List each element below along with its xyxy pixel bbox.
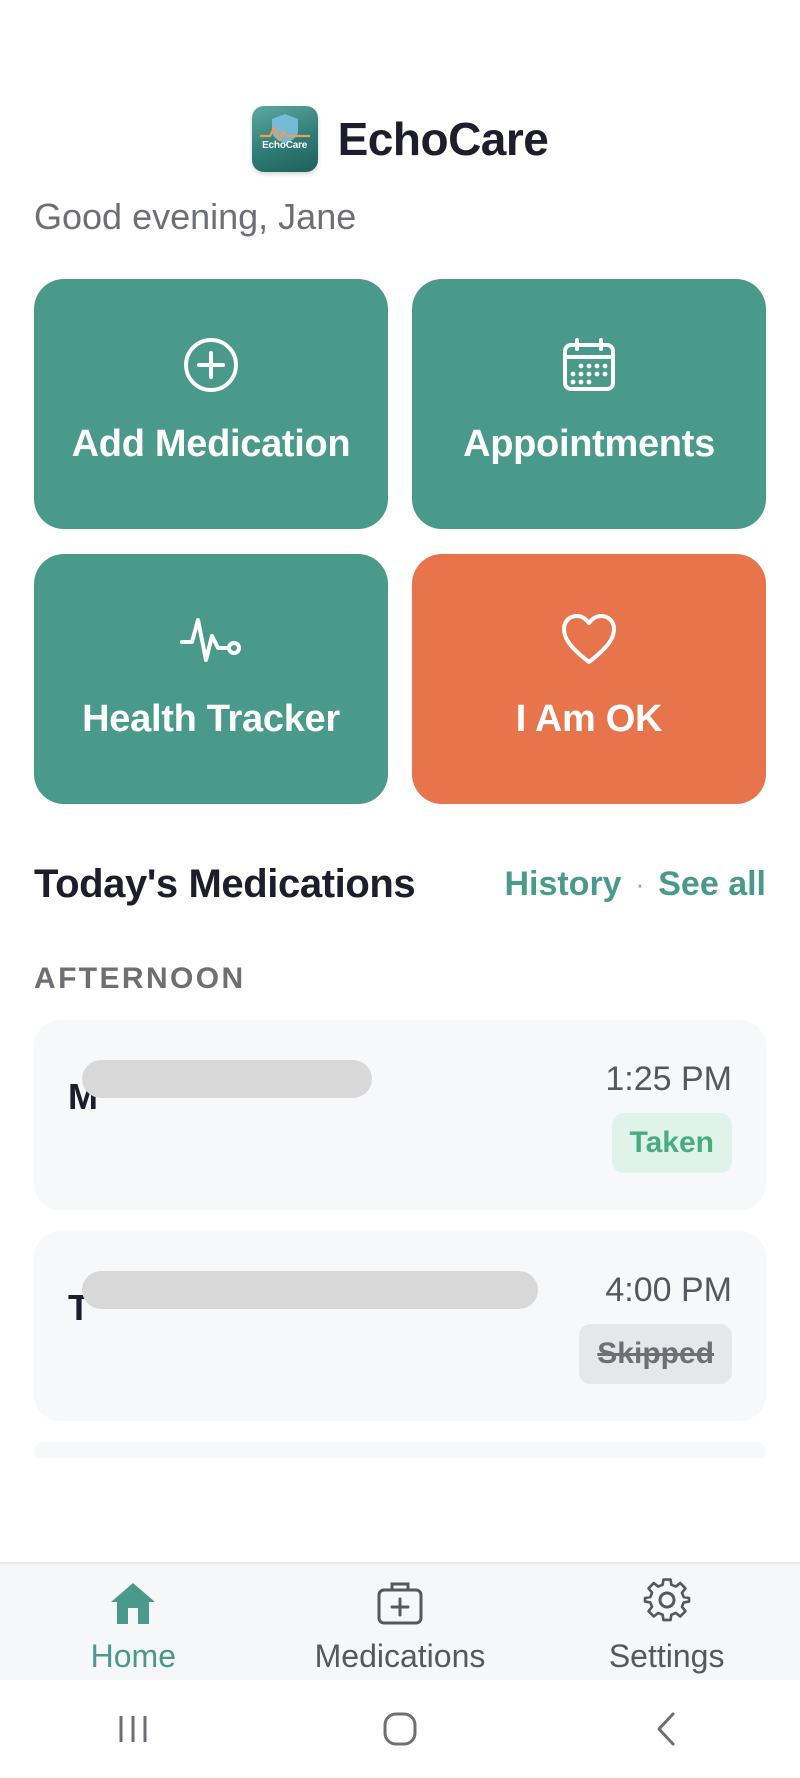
- plus-circle-icon: [181, 335, 241, 395]
- list-fade: [0, 1458, 800, 1562]
- nav-medications-label: Medications: [314, 1638, 486, 1674]
- medications-section-header: Today's Medications History · See all: [34, 862, 766, 907]
- redacted-text: [82, 1060, 372, 1098]
- greeting-text: Good evening, Jane: [34, 196, 357, 237]
- gear-icon: [642, 1578, 692, 1628]
- i-am-ok-tile[interactable]: I Am OK: [412, 554, 766, 804]
- logo-graphic: [259, 114, 310, 143]
- status-badge: Taken: [611, 1113, 732, 1173]
- home-system-button[interactable]: [340, 1699, 460, 1759]
- pulse-icon: [178, 610, 244, 670]
- recent-apps-button[interactable]: [73, 1699, 193, 1759]
- appointments-tile[interactable]: Appointments: [412, 279, 766, 529]
- redacted-text: [82, 1271, 538, 1309]
- nav-settings[interactable]: Settings: [557, 1564, 777, 1675]
- bottom-nav: Home Medications Settings: [0, 1562, 800, 1680]
- back-button[interactable]: [607, 1699, 727, 1759]
- home-circle-icon: [383, 1712, 417, 1746]
- health-tracker-label: Health Tracker: [82, 698, 340, 740]
- nav-medications[interactable]: Medications: [290, 1564, 510, 1675]
- calendar-icon: [559, 335, 619, 395]
- app-header: EchoCare EchoCare: [0, 106, 800, 172]
- medication-card[interactable]: M 1:25 PM Taken: [34, 1020, 766, 1210]
- add-medication-label: Add Medication: [71, 423, 351, 465]
- medication-card[interactable]: T 4:00 PM Skipped: [34, 1231, 766, 1421]
- nav-home[interactable]: Home: [23, 1564, 243, 1675]
- period-label: AFTERNOON: [34, 962, 246, 995]
- section-title: Today's Medications: [34, 862, 416, 906]
- nav-home-label: Home: [90, 1638, 176, 1674]
- nav-settings-label: Settings: [608, 1638, 725, 1674]
- history-link[interactable]: History: [504, 865, 621, 904]
- recent-apps-icon: [119, 1716, 147, 1742]
- medication-time: 4:00 PM: [605, 1271, 732, 1309]
- status-badge: Skipped: [579, 1324, 732, 1384]
- app-logo: EchoCare: [251, 106, 318, 172]
- app-title: EchoCare: [337, 113, 549, 165]
- add-medication-tile[interactable]: Add Medication: [34, 279, 388, 529]
- home-icon: [108, 1578, 158, 1628]
- appointments-label: Appointments: [463, 423, 715, 465]
- medication-time: 1:25 PM: [605, 1060, 732, 1098]
- see-all-link[interactable]: See all: [658, 865, 766, 904]
- i-am-ok-label: I Am OK: [515, 698, 663, 740]
- logo-text: EchoCare: [262, 140, 308, 151]
- system-nav-bar: [0, 1680, 800, 1778]
- medkit-icon: [375, 1578, 425, 1628]
- heart-icon: [559, 610, 619, 670]
- link-separator: ·: [635, 869, 645, 899]
- app-screen: EchoCare EchoCare Good evening, Jane Add…: [0, 0, 800, 1778]
- back-chevron-icon: [657, 1712, 675, 1746]
- health-tracker-tile[interactable]: Health Tracker: [34, 554, 388, 804]
- section-links: History · See all: [504, 865, 766, 904]
